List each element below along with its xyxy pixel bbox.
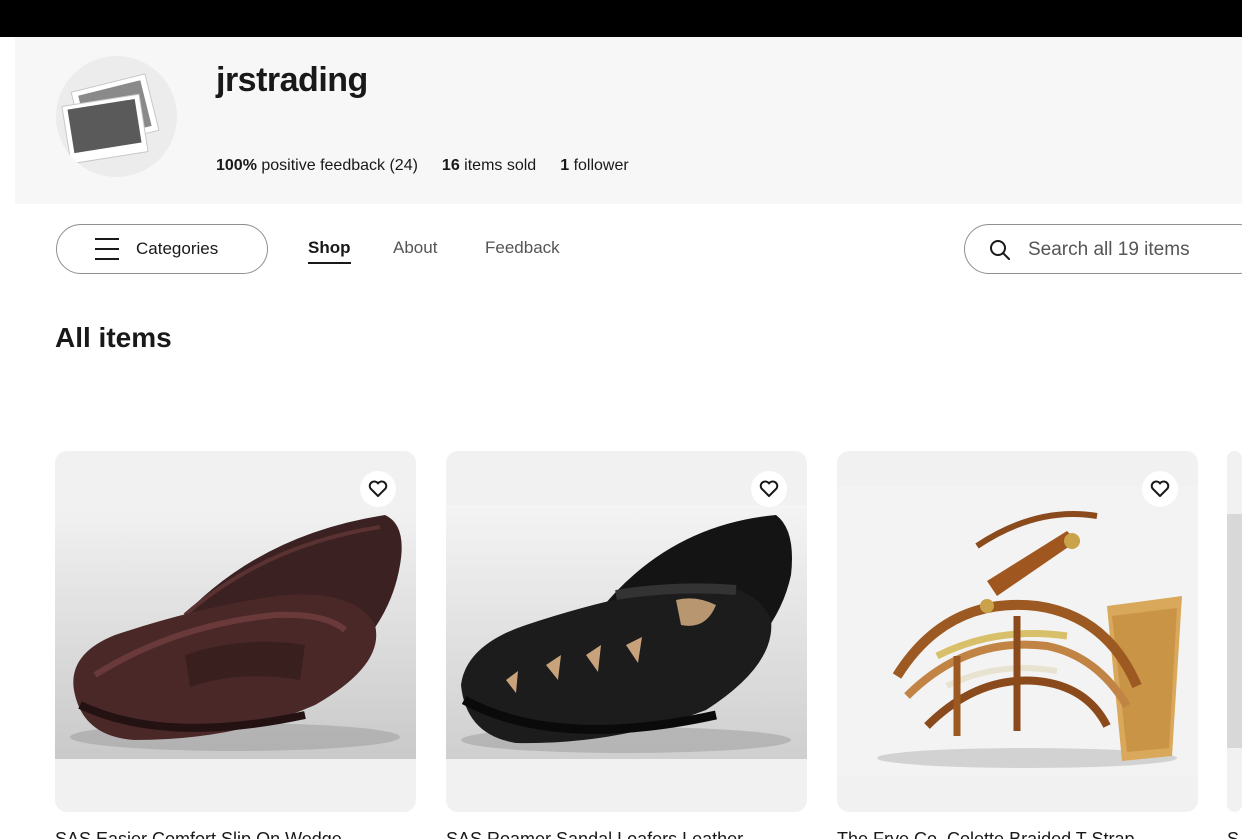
search-box[interactable]	[964, 224, 1242, 274]
sold-count: 16	[441, 157, 460, 174]
heart-icon	[368, 480, 388, 497]
item-title[interactable]: SAS Easier Comfort Slip On Wedge	[55, 829, 416, 839]
followers-label: follower	[573, 157, 629, 174]
top-bar	[0, 0, 1242, 37]
black-sandal-loafers-image	[446, 505, 807, 759]
store-avatar[interactable]	[56, 56, 177, 177]
section-title: All items	[55, 322, 172, 353]
search-icon	[990, 240, 1010, 260]
followers-count: 1	[560, 157, 570, 174]
feedback-stat[interactable]: 100% positive feedback (24)	[216, 157, 418, 175]
sold-stat: 16 items sold	[442, 157, 536, 175]
item-image[interactable]	[446, 451, 807, 812]
heart-icon	[759, 480, 779, 497]
feedback-count: (24)	[389, 157, 418, 174]
heart-icon	[1150, 480, 1170, 497]
item-image[interactable]	[55, 451, 416, 812]
item-card[interactable]: SAS Roamer Sandal Loafers Leather	[446, 451, 807, 839]
search-input[interactable]	[1028, 235, 1242, 265]
store-header: jrstrading 100% positive feedback (24) 1…	[15, 37, 1242, 204]
tab-shop[interactable]: Shop	[308, 238, 351, 264]
strappy-wedge-sandals-image	[837, 486, 1198, 776]
brown-loafers-image	[55, 505, 416, 759]
feedback-percent: 100%	[216, 157, 257, 174]
watch-heart-button[interactable]	[751, 471, 787, 507]
categories-label: Categories	[136, 239, 219, 258]
menu-icon	[95, 238, 119, 260]
watch-heart-button[interactable]	[1142, 471, 1178, 507]
photo-placeholder-icon	[61, 73, 160, 165]
store-nav: Categories Shop About Feedback	[0, 222, 1242, 276]
store-stats: 100% positive feedback (24) 16 items sol…	[216, 157, 629, 175]
categories-button[interactable]: Categories	[56, 224, 268, 274]
tab-about[interactable]: About	[393, 238, 437, 258]
tab-feedback[interactable]: Feedback	[485, 238, 560, 258]
item-title[interactable]: SAS Roamer Sandal Loafers Leather	[446, 829, 807, 839]
item-image[interactable]	[1227, 451, 1242, 812]
item-card[interactable]: The Frye Co. Colette Braided T Strap	[837, 451, 1198, 839]
item-title[interactable]: The Frye Co. Colette Braided T Strap	[837, 829, 1198, 839]
sold-label: items sold	[464, 157, 537, 174]
store-name[interactable]: jrstrading	[216, 61, 368, 100]
followers-stat: 1 follower	[560, 157, 629, 175]
item-card[interactable]: S	[1227, 451, 1242, 839]
feedback-label: positive feedback	[261, 157, 386, 174]
watch-heart-button[interactable]	[360, 471, 396, 507]
item-card[interactable]: SAS Easier Comfort Slip On Wedge	[55, 451, 416, 839]
item-title[interactable]: S	[1227, 829, 1242, 839]
item-image[interactable]	[837, 451, 1198, 812]
